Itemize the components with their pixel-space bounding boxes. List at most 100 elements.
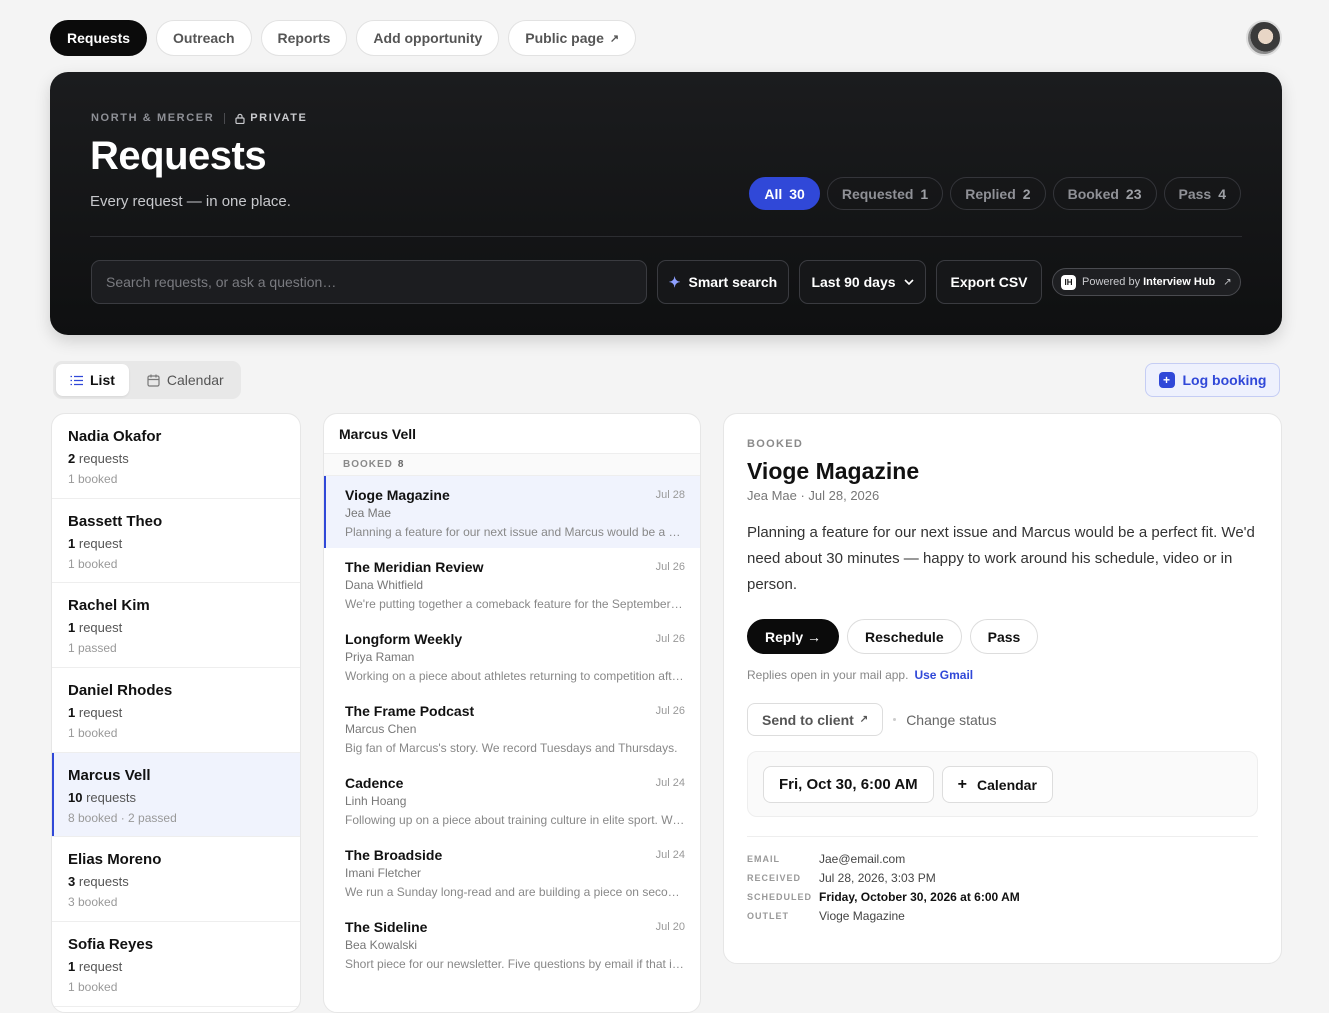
- request-row[interactable]: The Broadside Jul 24 Imani Fletcher We run …: [324, 836, 700, 908]
- filter-label: Requested: [841, 185, 914, 202]
- top-nav: Requests Outreach Reports Add opportunit…: [50, 20, 637, 56]
- list-item[interactable]: Nadia Okafor 2 requests 1 booked: [52, 414, 300, 499]
- request-title: Longform Weekly: [345, 631, 463, 647]
- detail-meta: Jea Mae · Jul 28, 2026: [747, 488, 880, 503]
- filter-replied[interactable]: Replied 2: [950, 177, 1046, 210]
- request-author: Priya Raman: [345, 650, 415, 664]
- request-preview: Planning a feature for our next issue an…: [345, 525, 685, 539]
- list-item[interactable]: Sofia Reyes 1 request 1 booked: [52, 922, 300, 1007]
- powered-by-link[interactable]: IH Powered by Interview Hub ↗: [1052, 268, 1241, 296]
- request-row[interactable]: Longform Weekly Jul 26 Priya Raman Working …: [324, 620, 700, 692]
- tab-add-opportunity[interactable]: Add opportunity: [356, 20, 500, 56]
- request-title: The Meridian Review: [345, 559, 484, 575]
- detail-body: Planning a feature for our next issue an…: [747, 524, 1255, 593]
- interview-hub-logo: IH: [1061, 274, 1076, 290]
- powered-prefix: Powered by: [1082, 276, 1141, 288]
- request-list: Marcus Vell BOOKED 8 Vioge Magazine Jul 28…: [323, 413, 701, 1013]
- count-value: 10: [68, 789, 83, 805]
- request-count: 1 request: [68, 620, 284, 635]
- request-row[interactable]: The Sideline Jul 20 Bea Kowalski Short piec…: [324, 908, 700, 980]
- request-author: Marcus Chen: [345, 722, 417, 736]
- request-row[interactable]: The Frame Podcast Jul 26 Marcus Chen Big fa…: [324, 692, 700, 764]
- list-item[interactable]: Elias Moreno 3 requests 3 booked: [52, 837, 300, 923]
- tab-public-page[interactable]: Public page ↗: [508, 20, 637, 56]
- select-label: Last 90 days: [811, 274, 896, 290]
- detail-title: Vioge Magazine: [747, 458, 920, 484]
- count-unit: requests: [78, 874, 129, 890]
- smart-search-button[interactable]: ✦ Smart search: [657, 260, 789, 304]
- avatar[interactable]: [1246, 20, 1282, 56]
- request-preview: Following up on a piece about training c…: [345, 813, 685, 827]
- reschedule-button[interactable]: Reschedule: [847, 619, 962, 654]
- count-value: 1: [68, 535, 76, 551]
- request-count: 1 request: [68, 959, 284, 974]
- person-name: Rachel Kim: [68, 597, 150, 615]
- tab-reports[interactable]: Reports: [260, 20, 348, 56]
- tab-label: Reports: [277, 30, 331, 46]
- count-value: 1: [68, 959, 76, 975]
- request-preview: Big fan of Marcus's story. We record Tue…: [345, 741, 678, 755]
- request-row[interactable]: The Meridian Review Jul 26 Dana Whitfield W…: [324, 548, 700, 620]
- filter-booked[interactable]: Booked 23: [1052, 177, 1157, 210]
- group-count: 8: [397, 459, 405, 470]
- reply-button[interactable]: Reply →: [747, 619, 840, 654]
- request-row[interactable]: Cadence Jul 24 Linh Hoang Following up on a…: [324, 764, 700, 836]
- tab-label: Outreach: [173, 30, 235, 46]
- request-date: Jul 24: [655, 777, 685, 789]
- export-csv-button[interactable]: Export CSV: [936, 260, 1042, 304]
- request-title: The Frame Podcast: [345, 703, 475, 719]
- add-to-calendar-button[interactable]: + Calendar: [941, 766, 1053, 803]
- external-link-icon: ↗: [859, 714, 869, 725]
- log-booking-button[interactable]: + Log booking: [1145, 363, 1280, 397]
- person-name: Elias Moreno: [68, 851, 162, 869]
- button-label: Calendar: [977, 776, 1037, 793]
- use-gmail-link[interactable]: Use Gmail: [914, 668, 973, 682]
- plus-icon: +: [957, 775, 967, 793]
- list-icon: [70, 375, 83, 385]
- view-calendar-button[interactable]: Calendar: [133, 364, 238, 396]
- button-label: Export CSV: [950, 274, 1028, 290]
- date-range-select[interactable]: Last 90 days: [799, 260, 926, 304]
- filter-count: 23: [1125, 185, 1142, 202]
- search-input[interactable]: [91, 260, 647, 304]
- count-unit: requests: [78, 451, 129, 466]
- person-name: Nadia Okafor: [68, 428, 162, 445]
- button-label: Smart search: [688, 274, 778, 290]
- request-count: 2 requests: [68, 451, 284, 466]
- count-value: 1: [68, 705, 76, 721]
- tab-label: Requests: [67, 30, 131, 46]
- powered-brand: Interview Hub: [1143, 276, 1216, 288]
- tab-outreach[interactable]: Outreach: [156, 20, 252, 56]
- request-date: Jul 24: [655, 849, 685, 861]
- filter-requested[interactable]: Requested 1: [826, 177, 944, 210]
- divider: [224, 112, 226, 124]
- request-count: 3 requests: [68, 874, 284, 889]
- list-item[interactable]: Rachel Kim 1 request 1 passed: [52, 583, 300, 669]
- scheduled-date-button[interactable]: Fri, Oct 30, 6:00 AM: [763, 766, 934, 803]
- request-date: Jul 26: [655, 633, 685, 645]
- client-row: Send to client ↗ Change status: [747, 703, 996, 736]
- person-status: 1 booked: [68, 556, 118, 571]
- request-title: Vioge Magazine: [345, 487, 450, 503]
- filter-pass[interactable]: Pass 4: [1163, 177, 1241, 210]
- count-value: 3: [68, 874, 76, 890]
- request-date: Jul 26: [655, 705, 685, 717]
- send-to-client-button[interactable]: Send to client ↗: [747, 703, 884, 736]
- request-preview: Short piece for our newsletter. Five que…: [345, 957, 685, 971]
- pass-button[interactable]: Pass: [969, 619, 1039, 654]
- request-date: Jul 20: [655, 921, 685, 933]
- list-item[interactable]: Bassett Theo 1 request 1 booked: [52, 499, 300, 584]
- request-date: Jul 26: [655, 561, 685, 573]
- person-status: 1 booked: [68, 472, 118, 486]
- request-row-selected[interactable]: Vioge Magazine Jul 28 Jea Mae Planning a fe…: [324, 476, 700, 548]
- person-status: 8 booked · 2 passed: [68, 810, 177, 825]
- request-list-header: Marcus Vell: [324, 414, 700, 454]
- list-item[interactable]: Daniel Rhodes 1 request 1 booked: [52, 668, 300, 753]
- person-name: Bassett Theo: [68, 512, 163, 530]
- request-preview: We're putting together a comeback featur…: [345, 597, 685, 611]
- filter-all[interactable]: All 30: [749, 177, 820, 210]
- tab-requests[interactable]: Requests: [50, 20, 148, 56]
- list-item-selected[interactable]: Marcus Vell 10 requests 8 booked · 2 passe…: [52, 752, 300, 838]
- view-list-button[interactable]: List: [56, 364, 129, 396]
- change-status-link[interactable]: Change status: [906, 712, 996, 728]
